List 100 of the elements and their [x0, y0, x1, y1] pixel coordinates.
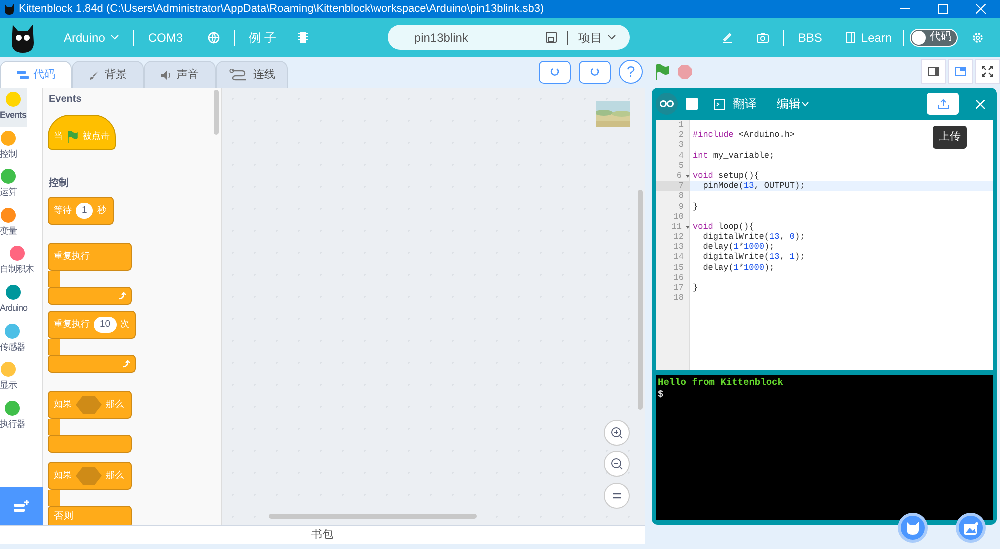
block-label: 如果 [54, 469, 72, 482]
category-button[interactable]: 控制 [0, 126, 17, 166]
scrollbar[interactable] [638, 190, 643, 410]
code-line: delay(1*1000); [702, 262, 775, 273]
line-number: 10 [674, 212, 684, 222]
settings-icon[interactable] [972, 32, 984, 44]
line-number: 9 [678, 202, 684, 212]
zoom-out-button[interactable] [604, 451, 630, 477]
brush-icon [89, 70, 100, 80]
scrollbar[interactable] [269, 514, 477, 519]
line-number: 5 [678, 160, 684, 171]
line-number: 13 [674, 242, 684, 252]
upload-tooltip: 上传 [933, 126, 967, 148]
infinity-logo-icon [656, 93, 678, 115]
block-label: 那么 [106, 398, 124, 412]
block-label: 秒 [97, 204, 106, 218]
project-menu[interactable]: 项目 [578, 28, 602, 46]
flag-icon[interactable] [655, 64, 670, 80]
tab[interactable]: 背景 [72, 61, 144, 88]
wire-icon [228, 69, 248, 81]
condition-slot[interactable] [76, 396, 102, 414]
number-field[interactable]: 1 [76, 202, 94, 220]
tab[interactable]: 声音 [144, 61, 216, 88]
code-line: digitalWrite(13, 1); [702, 252, 806, 262]
layout-icon [928, 67, 939, 76]
category-button[interactable]: 传感器 [0, 320, 26, 358]
line-number: 12 [674, 232, 684, 242]
redo-button[interactable] [579, 60, 611, 84]
redo-icon [590, 67, 600, 77]
fold-icon[interactable] [686, 174, 690, 178]
code-line: pinMode(13, OUTPUT); [702, 181, 806, 192]
add-extension-button[interactable] [0, 487, 43, 525]
code-line: #include <Arduino.h> [693, 130, 796, 140]
document-icon[interactable] [846, 32, 856, 43]
maximize-icon[interactable] [938, 4, 948, 14]
category-button[interactable]: 运算 [0, 165, 17, 204]
chip-icon[interactable] [298, 31, 308, 44]
section-heading: 控制 [49, 176, 70, 191]
code-line: int my_variable; [693, 150, 775, 161]
line-number: 14 [674, 252, 684, 263]
save-icon[interactable] [546, 32, 558, 43]
undo-button[interactable] [539, 60, 571, 84]
camera-icon[interactable] [757, 32, 770, 42]
category-button[interactable]: Arduino [0, 280, 28, 320]
globe-icon[interactable] [208, 32, 220, 44]
caret-icon[interactable] [608, 35, 616, 40]
close-icon[interactable] [976, 4, 986, 14]
image-icon [964, 522, 978, 534]
reset-zoom-button[interactable] [604, 483, 630, 509]
condition-slot[interactable] [76, 467, 102, 485]
category-button[interactable]: 变量 [0, 204, 17, 242]
line-number: 11 [672, 222, 682, 232]
fullscreen-button[interactable] [975, 59, 1000, 84]
category-button[interactable]: 执行器 [0, 396, 26, 436]
code-toggle[interactable]: 代码 [910, 28, 958, 46]
code-block[interactable]: 等待 1 秒 [48, 197, 114, 225]
terminal-icon[interactable] [714, 98, 725, 110]
fold-icon[interactable] [686, 226, 690, 229]
number-field[interactable]: 10 [94, 316, 117, 334]
layout-icon [955, 67, 966, 76]
block-label: 等待 [54, 204, 72, 218]
block-label: 次 [120, 318, 130, 332]
cat-logo-icon [4, 3, 15, 15]
line-number: 4 [678, 150, 684, 161]
stop-icon[interactable] [678, 65, 692, 79]
edit-menu[interactable]: 编辑 [777, 95, 801, 113]
terminal-output: Hello from Kittenblock [658, 377, 784, 389]
tab[interactable]: 连线 [216, 61, 288, 88]
line-number: 2 [678, 130, 684, 140]
code-editor[interactable] [656, 120, 993, 370]
window-title: Kittenblock 1.84d (C:\Users\Administrator\AppData\Roaming\Kittenblock\workspace\Arduino\pin13blink.sb3) [19, 2, 544, 17]
block-label: 否则 [54, 510, 74, 524]
category-button[interactable]: 显示 [0, 358, 17, 397]
project-name-field[interactable]: pin13blink [414, 28, 468, 46]
backpack-bar[interactable]: 书包 [0, 525, 645, 544]
zoom-in-button[interactable] [604, 420, 630, 446]
line-number: 3 [678, 140, 684, 151]
translate-button[interactable]: 翻译 [733, 95, 757, 113]
code-line: } [693, 202, 698, 212]
sprite-button[interactable] [898, 513, 928, 543]
code-line: void loop(){ [693, 222, 754, 232]
scrollbar[interactable] [214, 90, 219, 135]
code-block[interactable]: 重复执行 10 次 [48, 311, 136, 373]
small-stage-button[interactable] [921, 59, 946, 84]
category-button[interactable]: 自制积木 [0, 242, 34, 281]
close-icon[interactable] [976, 100, 985, 108]
line-number: 8 [678, 191, 684, 202]
fullscreen-icon [982, 66, 993, 77]
category-button[interactable]: Events [0, 88, 27, 127]
backdrop-button[interactable] [956, 513, 986, 543]
loop-arrow-icon [122, 360, 130, 368]
block-label: 被点击 [83, 130, 110, 143]
pencil-icon[interactable] [722, 32, 734, 43]
code-line: digitalWrite(13, 0); [702, 232, 806, 242]
upload-icon [938, 99, 948, 109]
cat-logo-icon [10, 22, 36, 52]
line-number: 16 [674, 272, 684, 283]
speaker-icon [161, 70, 172, 80]
block-label: 重复执行 [54, 250, 90, 264]
upload-button[interactable] [927, 93, 959, 115]
